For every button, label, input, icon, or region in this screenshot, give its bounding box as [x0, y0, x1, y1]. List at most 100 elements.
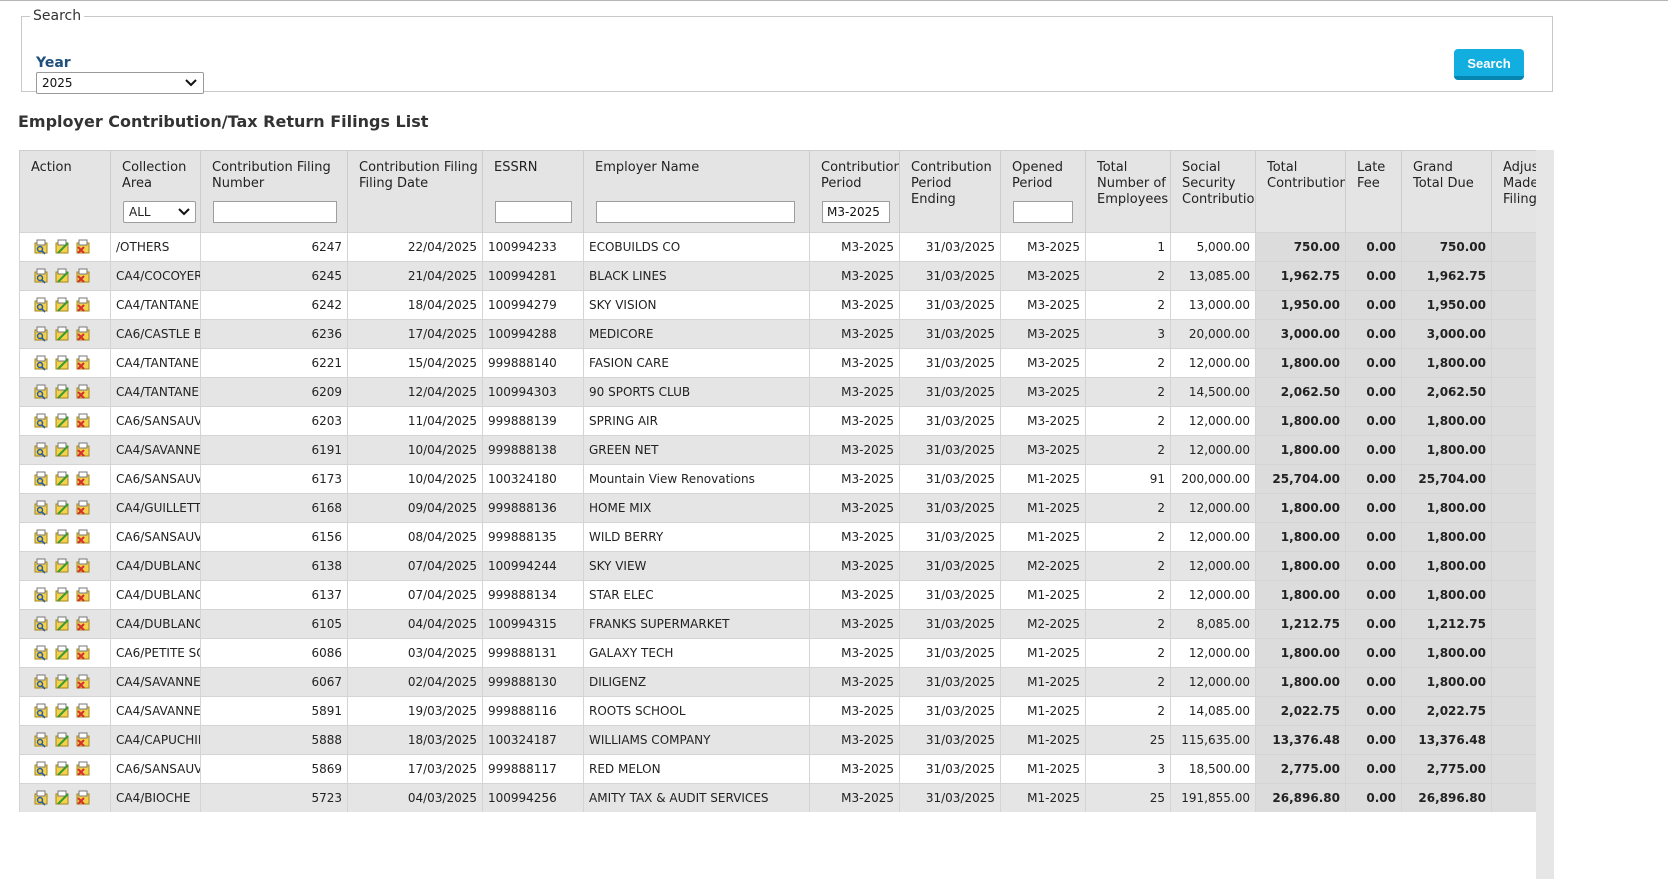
essrn-filter[interactable] — [495, 200, 572, 223]
col-total-employees[interactable]: Total Number of Employees — [1085, 150, 1171, 232]
view-filing-icon[interactable] — [33, 703, 49, 719]
view-filing-icon[interactable] — [33, 471, 49, 487]
year-select[interactable]: 2025 — [36, 72, 204, 94]
view-filing-icon[interactable] — [33, 587, 49, 603]
delete-filing-icon[interactable] — [75, 326, 91, 342]
col-collection-area[interactable]: Collection Area — [110, 150, 201, 192]
col-filing-number[interactable]: Contribution Filing Number — [200, 150, 348, 192]
edit-filing-icon[interactable] — [54, 500, 70, 516]
delete-filing-icon[interactable] — [75, 297, 91, 313]
table-row[interactable]: CA6/PETITE SO 6086 03/04/2025 999888131 GALA… — [19, 637, 1536, 667]
view-filing-icon[interactable] — [33, 326, 49, 342]
edit-filing-icon[interactable] — [54, 355, 70, 371]
col-grand-total[interactable]: Grand Total Due — [1401, 150, 1492, 232]
delete-filing-icon[interactable] — [75, 616, 91, 632]
edit-filing-icon[interactable] — [54, 587, 70, 603]
table-row[interactable]: CA4/DUBLANC 6137 07/04/2025 999888134 STAR E… — [19, 579, 1536, 609]
col-opened-period[interactable]: Opened Period — [1000, 150, 1086, 192]
view-filing-icon[interactable] — [33, 674, 49, 690]
view-filing-icon[interactable] — [33, 413, 49, 429]
delete-filing-icon[interactable] — [75, 471, 91, 487]
col-ss-contribution[interactable]: Social Security Contribution — [1170, 150, 1256, 232]
delete-filing-icon[interactable] — [75, 703, 91, 719]
view-filing-icon[interactable] — [33, 645, 49, 661]
edit-filing-icon[interactable] — [54, 413, 70, 429]
table-row[interactable]: CA4/TANTANE 6221 15/04/2025 999888140 FASION… — [19, 347, 1536, 377]
table-row[interactable]: CA6/SANSAUVE615608/04/2025999888135WILD … — [19, 521, 1536, 551]
collection-area-filter[interactable]: ALL — [123, 200, 196, 223]
view-filing-icon[interactable] — [33, 384, 49, 400]
table-row[interactable]: CA4/SAVANNE F619110/04/2025999888138GREE… — [19, 434, 1536, 464]
delete-filing-icon[interactable] — [75, 529, 91, 545]
table-row[interactable]: CA4/COCOYER 6245 21/04/2025 100994281 BLACK … — [19, 260, 1536, 290]
edit-filing-icon[interactable] — [54, 761, 70, 777]
delete-filing-icon[interactable] — [75, 384, 91, 400]
search-button[interactable]: Search — [1454, 49, 1524, 80]
col-total-contribution[interactable]: Total Contribution — [1255, 150, 1346, 232]
edit-filing-icon[interactable] — [54, 442, 70, 458]
delete-filing-icon[interactable] — [75, 355, 91, 371]
table-row[interactable]: CA4/CAPUCHIN 5888 18/03/2025 100324187 WILLI… — [19, 724, 1536, 754]
col-employer-name[interactable]: Employer Name — [583, 150, 810, 192]
delete-filing-icon[interactable] — [75, 587, 91, 603]
view-filing-icon[interactable] — [33, 558, 49, 574]
table-row[interactable]: CA4/DUBLANC 6105 04/04/2025 100994315 FRANKS… — [19, 608, 1536, 638]
delete-filing-icon[interactable] — [75, 732, 91, 748]
table-row[interactable]: CA6/SANSAUVE620311/04/2025999888139SPRIN… — [19, 405, 1536, 435]
view-filing-icon[interactable] — [33, 529, 49, 545]
col-essrn[interactable]: ESSRN — [482, 150, 584, 192]
table-row[interactable]: CA4/GUILLETTE 6168 09/04/2025 999888136 HOME… — [19, 492, 1536, 522]
view-filing-icon[interactable] — [33, 732, 49, 748]
edit-filing-icon[interactable] — [54, 471, 70, 487]
edit-filing-icon[interactable] — [54, 732, 70, 748]
delete-filing-icon[interactable] — [75, 500, 91, 516]
view-filing-icon[interactable] — [33, 500, 49, 516]
col-late-fee[interactable]: Late Fee — [1345, 150, 1402, 232]
view-filing-icon[interactable] — [33, 297, 49, 313]
edit-filing-icon[interactable] — [54, 703, 70, 719]
col-period-ending[interactable]: Contribution Period Ending — [899, 150, 1001, 232]
view-filing-icon[interactable] — [33, 790, 49, 806]
edit-filing-icon[interactable] — [54, 268, 70, 284]
table-row[interactable]: /OTHERS 6247 22/04/2025 100994233 ECOBUILDS … — [19, 231, 1536, 261]
edit-filing-icon[interactable] — [54, 529, 70, 545]
delete-filing-icon[interactable] — [75, 761, 91, 777]
delete-filing-icon[interactable] — [75, 413, 91, 429]
edit-filing-icon[interactable] — [54, 674, 70, 690]
employer-name-filter[interactable] — [596, 200, 795, 223]
view-filing-icon[interactable] — [33, 355, 49, 371]
delete-filing-icon[interactable] — [75, 790, 91, 806]
edit-filing-icon[interactable] — [54, 558, 70, 574]
vertical-scrollbar[interactable] — [1536, 150, 1554, 879]
edit-filing-icon[interactable] — [54, 645, 70, 661]
edit-filing-icon[interactable] — [54, 790, 70, 806]
view-filing-icon[interactable] — [33, 616, 49, 632]
table-row[interactable]: CA4/SAVANNE F606702/04/2025999888130DILI… — [19, 666, 1536, 696]
table-row[interactable]: CA6/SANSAUVE617310/04/2025100324180Mount… — [19, 463, 1536, 493]
delete-filing-icon[interactable] — [75, 239, 91, 255]
edit-filing-icon[interactable] — [54, 239, 70, 255]
table-row[interactable]: CA4/SAVANNE F589119/03/2025999888116ROOT… — [19, 695, 1536, 725]
col-filing-date[interactable]: Contribution Filing Filing Date — [347, 150, 483, 232]
contribution-period-filter[interactable]: M3-2025 — [822, 200, 890, 223]
view-filing-icon[interactable] — [33, 442, 49, 458]
col-action[interactable]: Action — [19, 150, 111, 232]
table-row[interactable]: CA4/DUBLANC 6138 07/04/2025 100994244 SKY VI… — [19, 550, 1536, 580]
delete-filing-icon[interactable] — [75, 268, 91, 284]
table-row[interactable]: CA4/TANTANE 6209 12/04/2025 100994303 90 SPO… — [19, 376, 1536, 406]
edit-filing-icon[interactable] — [54, 326, 70, 342]
table-row[interactable]: CA6/CASTLE BR623617/04/2025100994288MEDI… — [19, 318, 1536, 348]
delete-filing-icon[interactable] — [75, 442, 91, 458]
view-filing-icon[interactable] — [33, 268, 49, 284]
delete-filing-icon[interactable] — [75, 645, 91, 661]
edit-filing-icon[interactable] — [54, 616, 70, 632]
table-row[interactable]: CA4/BIOCHE 5723 04/03/2025 100994256 AMITY T… — [19, 782, 1536, 812]
table-row[interactable]: CA6/SANSAUVE586917/03/2025999888117RED M… — [19, 753, 1536, 783]
edit-filing-icon[interactable] — [54, 384, 70, 400]
view-filing-icon[interactable] — [33, 239, 49, 255]
col-contribution-period[interactable]: Contribution Period — [809, 150, 900, 192]
opened-period-filter[interactable] — [1013, 200, 1073, 223]
filing-number-filter[interactable] — [213, 200, 337, 223]
table-row[interactable]: CA4/TANTANE 6242 18/04/2025 100994279 SKY VI… — [19, 289, 1536, 319]
edit-filing-icon[interactable] — [54, 297, 70, 313]
